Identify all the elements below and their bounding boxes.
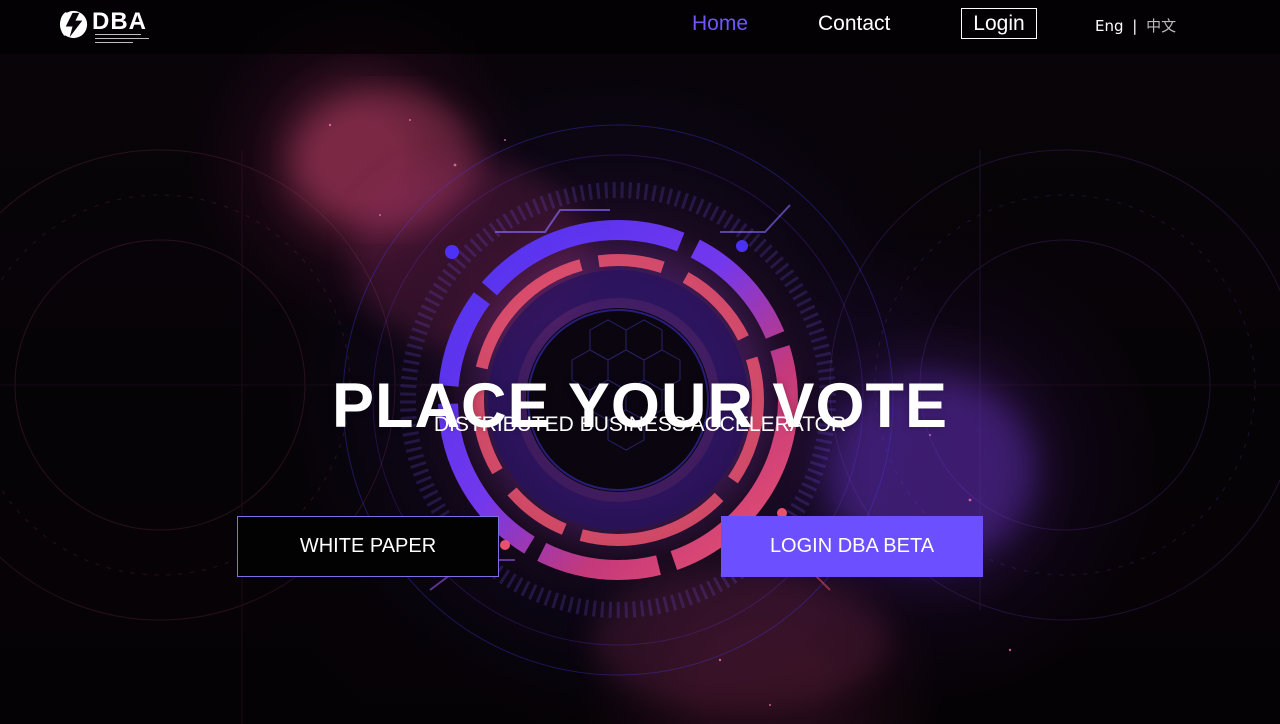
white-paper-button[interactable]: WHITE PAPER [237, 516, 499, 577]
nav-contact-link[interactable]: Contact [818, 8, 890, 40]
language-english[interactable]: Eng [1095, 17, 1124, 35]
dba-logo[interactable]: DBA [58, 8, 154, 44]
language-chinese[interactable]: 中文 [1146, 17, 1176, 35]
nav-login-button[interactable]: Login [961, 8, 1037, 39]
logo-tagline [95, 34, 149, 43]
language-switcher: Eng | 中文 [1095, 15, 1176, 37]
lightning-icon [59, 10, 88, 39]
login-dba-beta-button[interactable]: LOGIN DBA BETA [721, 516, 983, 577]
logo-text: DBA [92, 8, 147, 35]
hero-subtitle: DISTRIBUTED BUSINESS ACCELERATOR [433, 413, 847, 436]
nav-home-link[interactable]: Home [692, 8, 748, 40]
landing-page: DBA Home Contact Login Eng | 中文 PLACE YO… [0, 0, 1280, 724]
language-separator: | [1132, 17, 1138, 35]
background-art [0, 90, 1280, 724]
top-navigation: DBA Home Contact Login Eng | 中文 [0, 0, 1280, 54]
